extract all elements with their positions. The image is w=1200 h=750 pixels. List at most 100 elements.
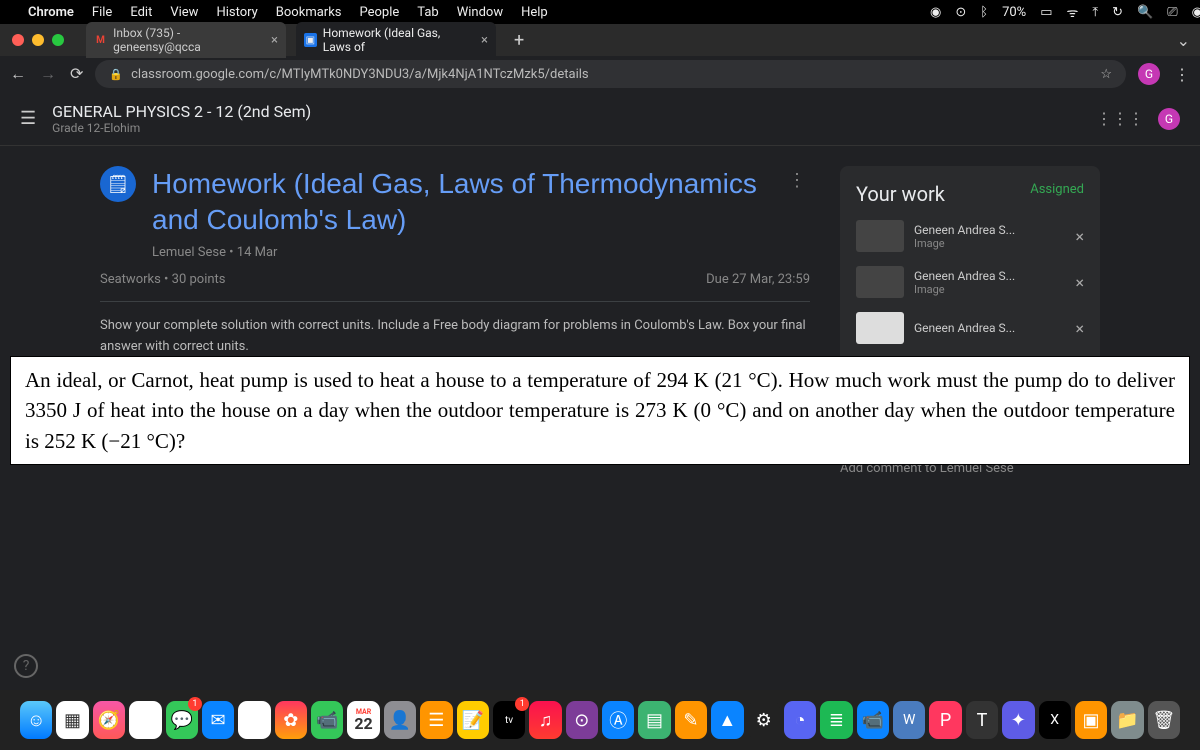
remove-attachment-icon[interactable]: × [1075, 227, 1084, 246]
attachment-item[interactable]: Geneen Andrea S...Image × [856, 220, 1084, 252]
bluetooth-icon[interactable]: ᛒ [980, 5, 988, 20]
assignment-due: Due 27 Mar, 23:59 [706, 272, 810, 287]
close-tab-icon[interactable]: × [271, 33, 278, 48]
dock-settings[interactable]: ⚙ [748, 701, 780, 739]
lock-icon: 🔒 [109, 68, 123, 81]
forward-button[interactable]: → [40, 64, 56, 84]
course-section: Grade 12-Elohim [52, 121, 311, 135]
address-bar[interactable]: 🔒 classroom.google.com/c/MTIyMTk0NDY3NDU… [95, 60, 1126, 88]
wifi-icon[interactable]: ᯤ [1067, 3, 1079, 21]
dock-launchpad[interactable]: ▦ [56, 701, 88, 739]
attachment-thumbnail [856, 266, 904, 298]
dock-photos[interactable]: ✿ [275, 701, 307, 739]
menu-file[interactable]: File [92, 5, 112, 20]
control-center-icon[interactable]: ⎚ [1167, 5, 1177, 20]
close-window-button[interactable] [12, 34, 24, 46]
dock-zoom[interactable]: 📹 [857, 701, 889, 739]
macos-menubar: Chrome File Edit View History Bookmarks … [0, 0, 1200, 24]
siri-icon[interactable]: ◉ [1192, 5, 1200, 20]
dock-finder[interactable]: ☺ [20, 701, 52, 739]
dock-powerpoint[interactable]: P [929, 701, 961, 739]
menu-people[interactable]: People [360, 5, 400, 20]
kebab-menu-icon[interactable]: ⋮ [1174, 65, 1190, 84]
dock-contacts[interactable]: 👤 [384, 701, 416, 739]
dock-app3[interactable]: ▣ [1075, 701, 1107, 739]
star-icon[interactable]: ☆ [1100, 67, 1112, 82]
dock-spotify[interactable]: ≣ [820, 701, 852, 739]
dock-music[interactable]: ♫ [529, 701, 561, 739]
menu-edit[interactable]: Edit [130, 5, 152, 20]
dock-facetime[interactable]: 📹 [311, 701, 343, 739]
your-work-heading: Your work [856, 182, 945, 206]
remove-attachment-icon[interactable]: × [1075, 319, 1084, 338]
dock-folder[interactable]: 📁 [1111, 701, 1143, 739]
dock-keynote[interactable]: ▲ [711, 701, 743, 739]
close-tab-icon[interactable]: × [481, 33, 488, 48]
menu-bookmarks[interactable]: Bookmarks [276, 5, 342, 20]
assignment-instructions: Show your complete solution with correct… [100, 316, 810, 358]
assignment-menu-icon[interactable]: ⋮ [784, 166, 810, 195]
battery-percent: 70% [1002, 5, 1026, 20]
app-name[interactable]: Chrome [28, 5, 74, 20]
upload-icon[interactable]: ⤒ [1092, 5, 1098, 20]
classroom-header: ☰ GENERAL PHYSICS 2 - 12 (2nd Sem) Grade… [0, 92, 1200, 146]
minimize-window-button[interactable] [32, 34, 44, 46]
assignment-points: Seatworks • 30 points [100, 272, 226, 287]
menu-help[interactable]: Help [521, 5, 548, 20]
dock-messages[interactable]: 💬1 [166, 701, 198, 739]
dock-chrome[interactable]: ◉ [129, 701, 161, 739]
menu-history[interactable]: History [216, 5, 257, 20]
dock-pages[interactable]: ✎ [675, 701, 707, 739]
google-apps-icon[interactable]: ⋮⋮⋮ [1096, 109, 1144, 128]
attachment-thumbnail [856, 220, 904, 252]
dock-app[interactable]: ✦ [1002, 701, 1034, 739]
dock-teams[interactable]: T [966, 701, 998, 739]
attachment-item[interactable]: Geneen Andrea S...Image × [856, 266, 1084, 298]
hamburger-menu-icon[interactable]: ☰ [20, 108, 36, 129]
dock-numbers[interactable]: ▤ [638, 701, 670, 739]
battery-icon[interactable]: ▭ [1040, 5, 1052, 20]
menu-view[interactable]: View [170, 5, 198, 20]
account-avatar[interactable]: G [1158, 108, 1180, 130]
menu-window[interactable]: Window [457, 5, 503, 20]
course-title[interactable]: GENERAL PHYSICS 2 - 12 (2nd Sem) [52, 102, 311, 121]
attachment-type: Image [914, 237, 1065, 250]
help-button[interactable]: ? [14, 654, 38, 678]
dock-discord[interactable]: ◔ [784, 701, 816, 739]
dock-word[interactable]: W [893, 701, 925, 739]
spotlight-icon[interactable]: 🔍 [1137, 5, 1153, 20]
assignment-author: Lemuel Sese • 14 Mar [152, 245, 768, 260]
dock-calendar[interactable]: MAR22 [347, 701, 379, 739]
profile-avatar[interactable]: G [1138, 63, 1160, 85]
chevron-down-icon[interactable]: ⌄ [1177, 31, 1190, 50]
status-icon[interactable]: ⊙ [955, 5, 966, 20]
window-controls [12, 34, 64, 46]
dock-tv[interactable]: tv1 [493, 701, 525, 739]
tab-label: Inbox (735) - geneensy@qcca [113, 26, 261, 54]
new-tab-button[interactable]: + [506, 30, 532, 51]
problem-text-overlay: An ideal, or Carnot, heat pump is used t… [10, 356, 1190, 465]
attachment-item[interactable]: Geneen Andrea S... × [856, 312, 1084, 344]
attachment-type: Image [914, 283, 1065, 296]
do-not-disturb-icon[interactable]: ◉ [930, 5, 941, 20]
dock-maps[interactable]: 🗺 [238, 701, 270, 739]
dock-safari[interactable]: 🧭 [93, 701, 125, 739]
back-button[interactable]: ← [10, 64, 26, 84]
fullscreen-window-button[interactable] [52, 34, 64, 46]
browser-toolbar: ← → ⟳ 🔒 classroom.google.com/c/MTIyMTk0N… [0, 56, 1200, 92]
remove-attachment-icon[interactable]: × [1075, 273, 1084, 292]
menu-tab[interactable]: Tab [417, 5, 438, 20]
dock-app2[interactable]: X [1039, 701, 1071, 739]
dock-reminders[interactable]: ☰ [420, 701, 452, 739]
assignment-status: Assigned [1030, 182, 1084, 197]
dock-podcasts[interactable]: ⊙ [566, 701, 598, 739]
dock-mail[interactable]: ✉ [202, 701, 234, 739]
tab-homework[interactable]: ▣ Homework (Ideal Gas, Laws of × [296, 22, 496, 58]
tab-inbox[interactable]: M Inbox (735) - geneensy@qcca × [86, 22, 286, 58]
reload-button[interactable]: ⟳ [70, 64, 83, 84]
dock-appstore[interactable]: Ⓐ [602, 701, 634, 739]
dock-trash[interactable]: 🗑 [1148, 701, 1180, 739]
dock-notes[interactable]: 📝 [457, 701, 489, 739]
attachment-name: Geneen Andrea S... [914, 269, 1065, 283]
timemachine-icon[interactable]: ↻ [1112, 5, 1123, 20]
